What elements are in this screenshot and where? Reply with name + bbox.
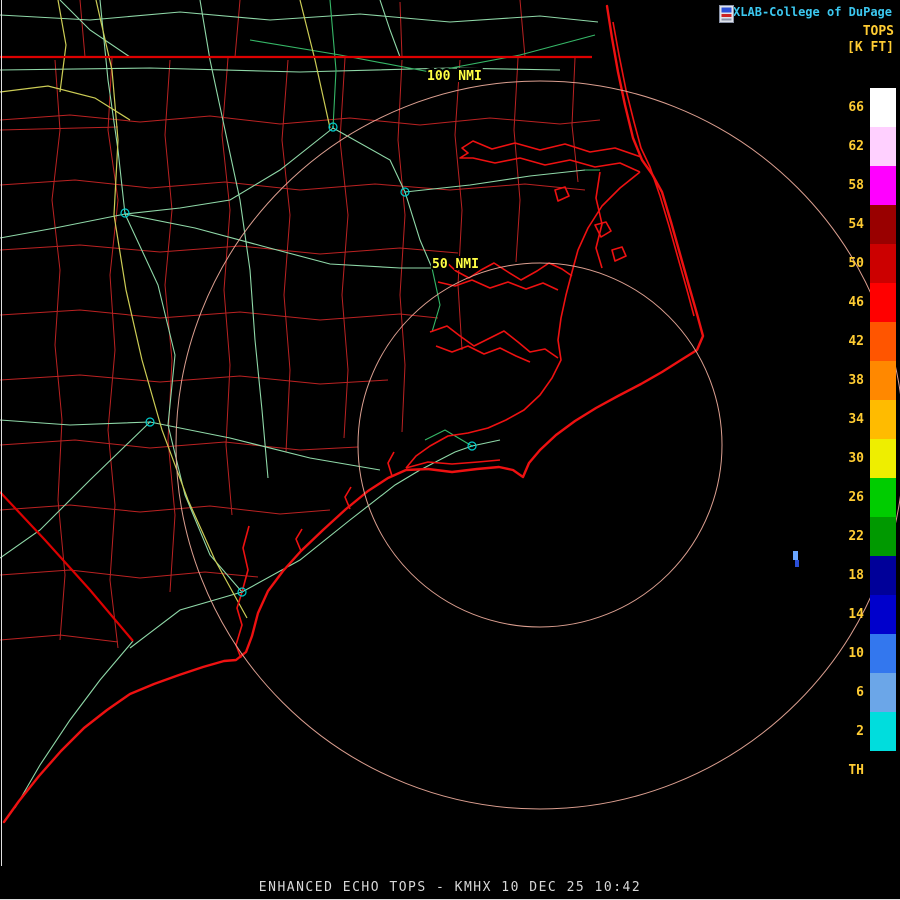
range-rings xyxy=(176,81,900,809)
legend-entry: TH xyxy=(826,751,896,790)
roads xyxy=(0,0,600,808)
coastline xyxy=(4,6,703,822)
legend-color-swatch xyxy=(870,88,896,127)
echo-cell-dark xyxy=(795,560,799,567)
road-network-yellow xyxy=(0,0,330,618)
road-network-green xyxy=(0,0,598,808)
attribution-bar: NEXLAB-College of DuPage xyxy=(719,5,897,19)
legend-color-swatch xyxy=(870,439,896,478)
range-ring-50nmi xyxy=(358,263,722,627)
legend-value-label: 34 xyxy=(848,412,864,427)
city-marker-dot xyxy=(149,421,151,423)
map-canvas: 100 NMI 50 NMI xyxy=(0,0,900,900)
legend-color-swatch xyxy=(870,283,896,322)
legend-units: [K FT] xyxy=(826,40,896,56)
range-ring-100nmi xyxy=(176,81,900,809)
legend-entry: 58 xyxy=(826,166,896,205)
city-marker-dot xyxy=(124,212,126,214)
footer-bar: ENHANCED ECHO TOPS - KMHX 10 DEC 25 10:4… xyxy=(0,880,900,895)
legend-value-label: 58 xyxy=(848,178,864,193)
pamlico-sound-mainland-shore xyxy=(406,172,640,468)
legend-entry: 10 xyxy=(826,634,896,673)
legend-entry: 30 xyxy=(826,439,896,478)
legend-color-swatch xyxy=(870,712,896,751)
legend-value-label: 6 xyxy=(856,685,864,700)
legend-color-swatch xyxy=(870,361,896,400)
legend-entry: 38 xyxy=(826,361,896,400)
legend-color-swatch xyxy=(870,478,896,517)
echo-cell-light xyxy=(793,551,798,560)
legend-color-swatch xyxy=(870,400,896,439)
radar-map-viewport: 100 NMI 50 NMI NEXLAB-College of DuPage xyxy=(0,0,900,900)
legend-value-label: 54 xyxy=(848,217,864,232)
legend-value-label: 30 xyxy=(848,451,864,466)
legend-color-swatch xyxy=(870,595,896,634)
legend-panel: TOPS [K FT] 6662585450464238343026221814… xyxy=(826,24,896,790)
legend-value-label: 42 xyxy=(848,334,864,349)
legend-entry: 14 xyxy=(826,595,896,634)
road-network-green-alt xyxy=(250,0,600,446)
legend-color-swatch xyxy=(870,205,896,244)
atlantic-coastline xyxy=(4,6,703,822)
legend-entry: 54 xyxy=(826,205,896,244)
neuse-river xyxy=(430,326,558,362)
product-caption: ENHANCED ECHO TOPS - KMHX 10 DEC 25 10:4… xyxy=(259,880,641,895)
legend-entry: 34 xyxy=(826,400,896,439)
legend-entry: 26 xyxy=(826,478,896,517)
legend-color-swatch xyxy=(870,556,896,595)
legend-entry: 50 xyxy=(826,244,896,283)
legend-color-swatch xyxy=(870,517,896,556)
legend-entry: 42 xyxy=(826,322,896,361)
legend-entry: 6 xyxy=(826,673,896,712)
legend-entry: 62 xyxy=(826,127,896,166)
legend-color-swatch xyxy=(870,244,896,283)
legend-entry: 2 xyxy=(826,712,896,751)
outer-banks-inner-shore xyxy=(613,22,694,316)
legend-color-swatch xyxy=(870,673,896,712)
radar-echo xyxy=(793,551,799,567)
legend-color-swatch xyxy=(870,751,896,790)
albemarle-sound-shore xyxy=(460,141,641,172)
city-marker-dot xyxy=(241,591,243,593)
legend-value-label: 50 xyxy=(848,256,864,271)
legend-color-swatch xyxy=(870,634,896,673)
legend-value-label: 66 xyxy=(848,100,864,115)
coastal-inlets xyxy=(296,452,500,551)
legend-entries: 66625854504642383430262218141062TH xyxy=(826,88,896,790)
city-marker-dot xyxy=(332,126,334,128)
range-ring-labels: 100 NMI 50 NMI xyxy=(427,69,482,272)
map-border-left xyxy=(1,0,2,866)
legend-entry: 22 xyxy=(826,517,896,556)
alligator-river xyxy=(596,172,602,268)
legend-entry: 18 xyxy=(826,556,896,595)
city-marker-dot xyxy=(404,191,406,193)
ring-label-100nmi: 100 NMI xyxy=(427,69,482,84)
attribution-text: NEXLAB-College of DuPage xyxy=(719,5,892,19)
legend-value-label: 2 xyxy=(856,724,864,739)
legend-value-label: 10 xyxy=(848,646,864,661)
ring-label-50nmi: 50 NMI xyxy=(432,257,479,272)
legend-value-label: 14 xyxy=(848,607,864,622)
legend-value-label: 38 xyxy=(848,373,864,388)
legend-entry: 46 xyxy=(826,283,896,322)
legend-value-label: 62 xyxy=(848,139,864,154)
legend-value-label: TH xyxy=(848,763,864,778)
legend-value-label: 26 xyxy=(848,490,864,505)
legend-color-swatch xyxy=(870,322,896,361)
legend-title: TOPS xyxy=(826,24,896,40)
legend-entry: 66 xyxy=(826,88,896,127)
legend-value-label: 46 xyxy=(848,295,864,310)
city-marker-dot xyxy=(471,445,473,447)
legend-value-label: 18 xyxy=(848,568,864,583)
legend-color-swatch xyxy=(870,127,896,166)
legend-value-label: 22 xyxy=(848,529,864,544)
legend-color-swatch xyxy=(870,166,896,205)
